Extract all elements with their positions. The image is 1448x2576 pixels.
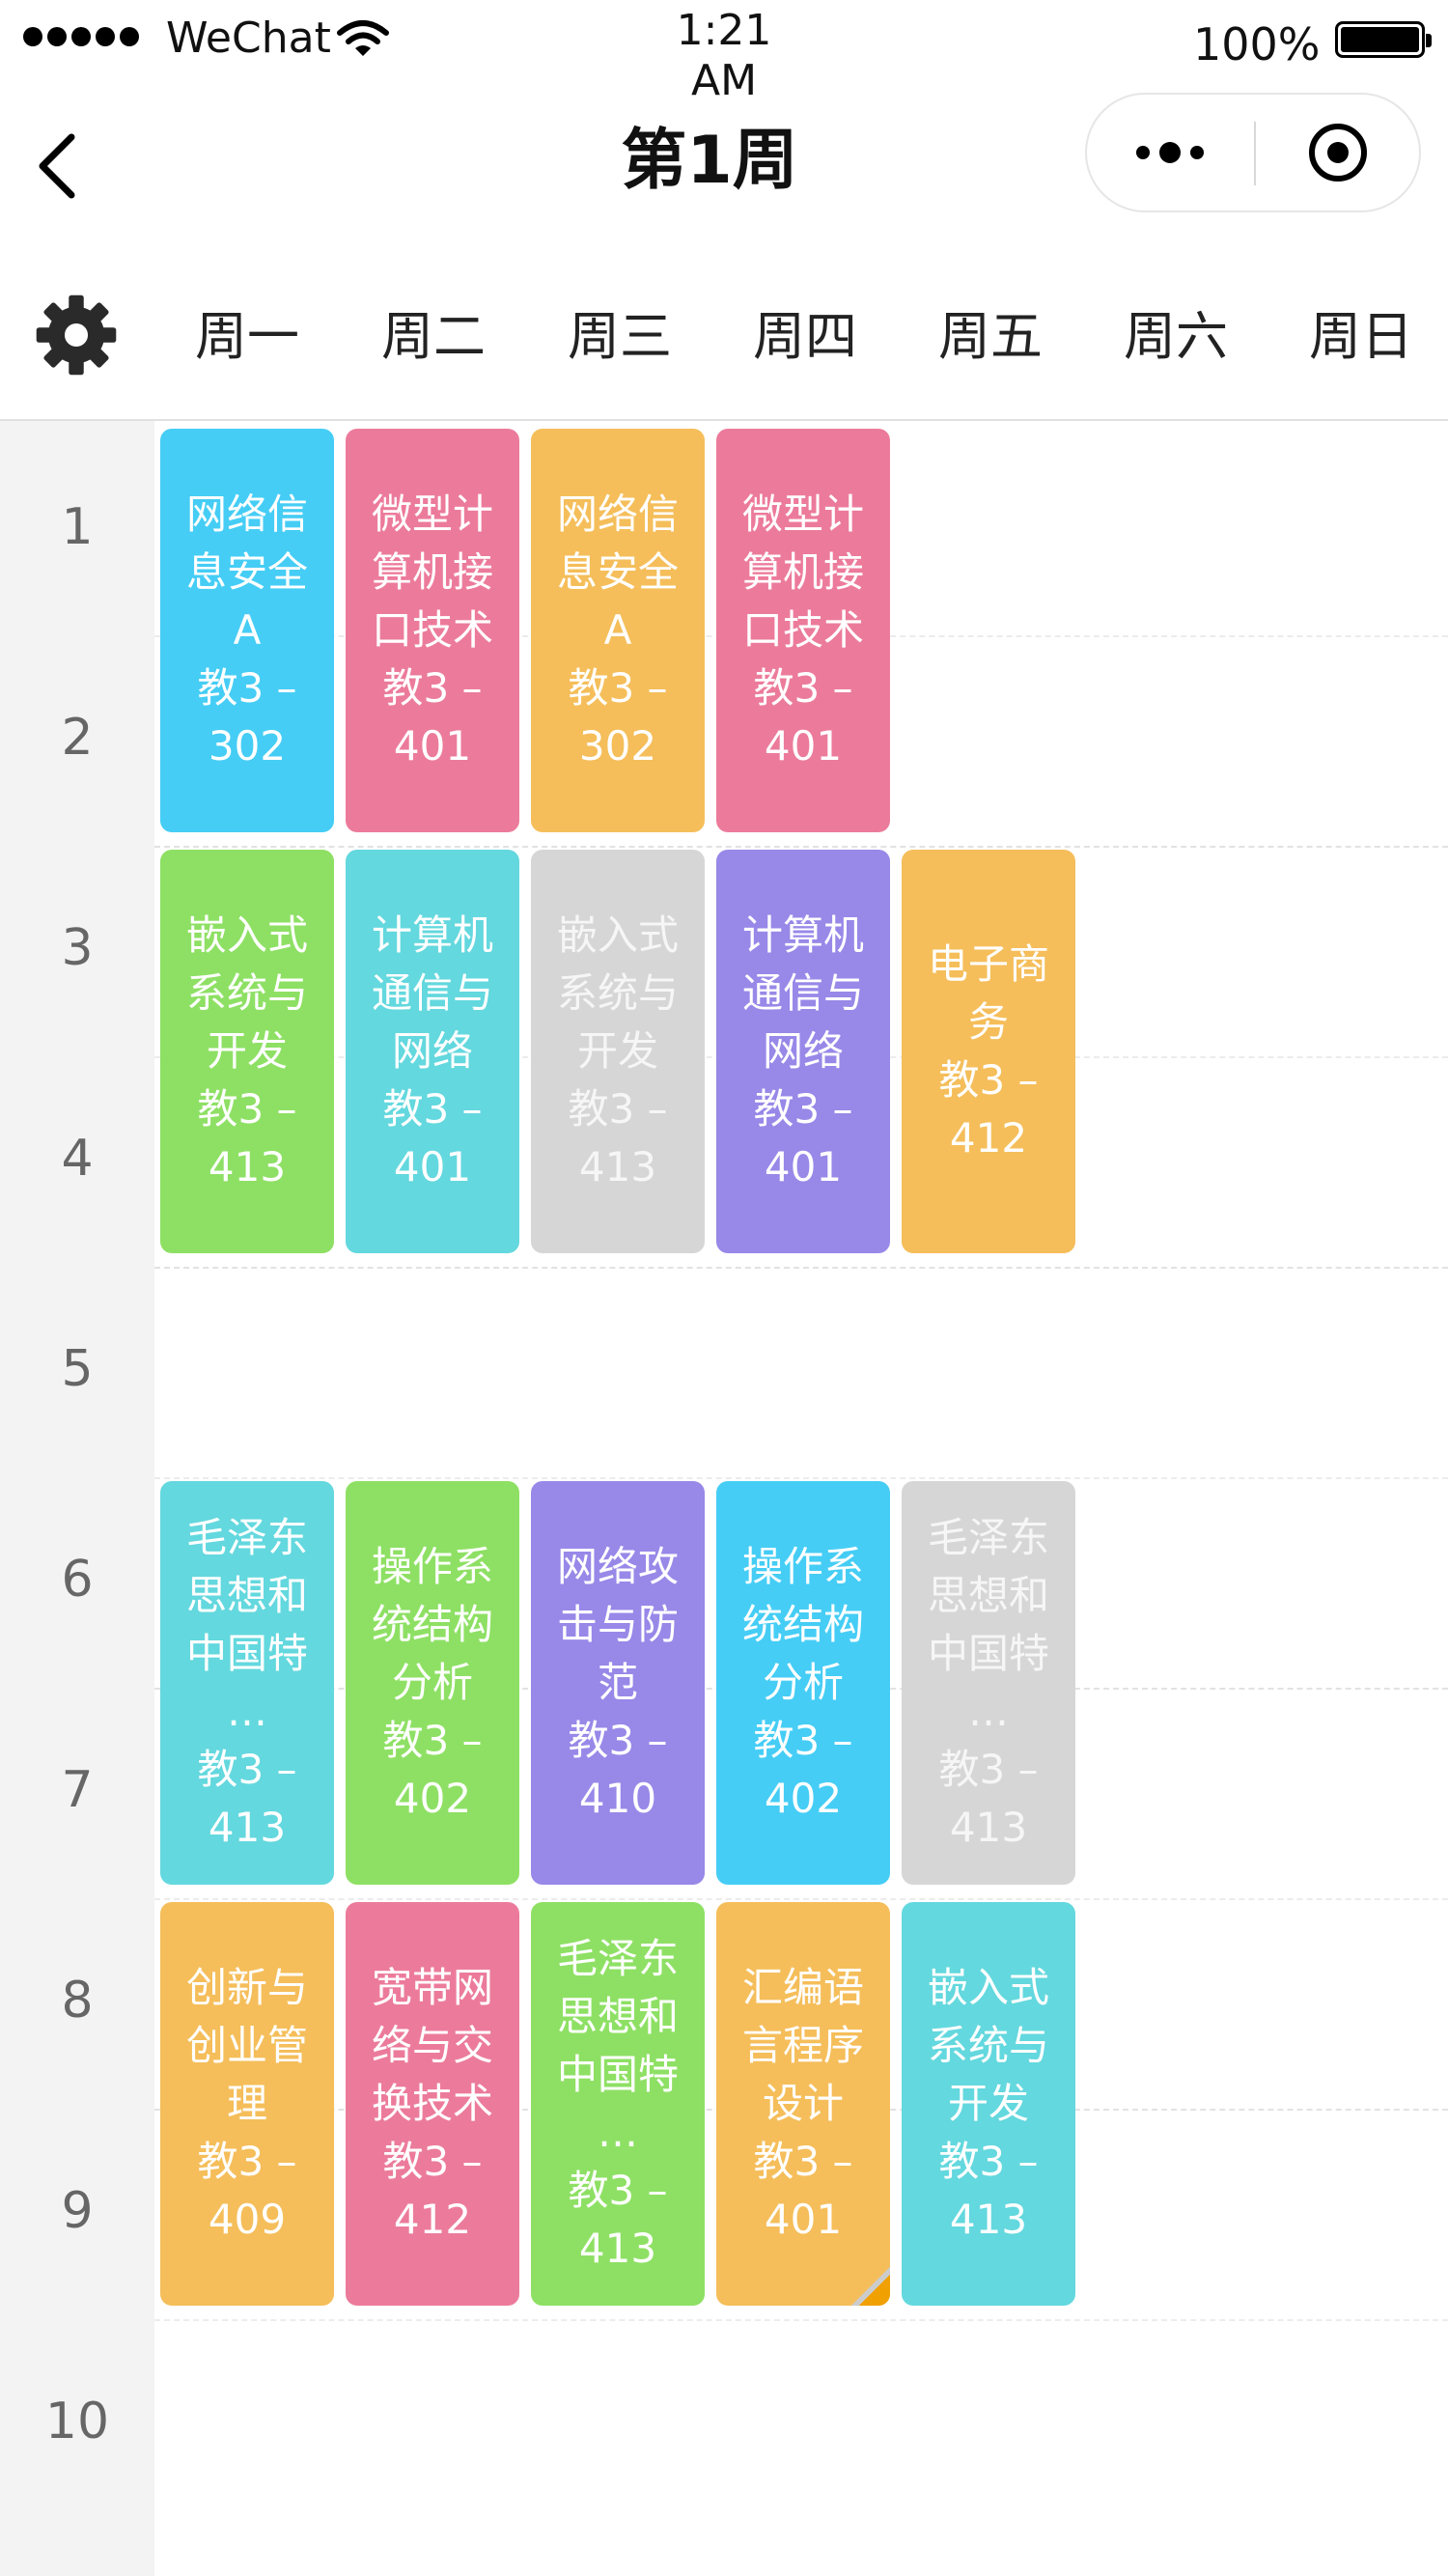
- course-block[interactable]: 宽带网 络与交 换技术教3 – 412: [346, 1902, 519, 2306]
- period-number: 2: [61, 709, 94, 767]
- battery-percent: 100%: [1193, 18, 1321, 70]
- day-header-sat: 周六: [1124, 306, 1228, 367]
- period-number: 3: [61, 919, 94, 977]
- settings-gear-icon[interactable]: [35, 294, 118, 377]
- course-room: 教3 – 401: [382, 664, 483, 770]
- course-name: 宽带网 络与交 换技术: [371, 1964, 493, 2127]
- grid-separator: [154, 1898, 1448, 1900]
- course-name: 毛泽东 思想和 中国特 …: [927, 1514, 1049, 1735]
- grid-separator: [154, 1267, 1448, 1269]
- course-room: 教3 – 401: [382, 1085, 483, 1190]
- period-number: 4: [61, 1130, 94, 1188]
- course-block[interactable]: 操作系 统结构 分析教3 – 402: [346, 1481, 519, 1885]
- course-block[interactable]: 网络攻 击与防 范教3 – 410: [531, 1481, 705, 1885]
- period-number: 9: [61, 2182, 94, 2240]
- grid-separator: [154, 1477, 1448, 1479]
- signal-strength-icon: [23, 27, 139, 46]
- course-room: 教3 – 413: [197, 1085, 297, 1190]
- period-number: 1: [61, 498, 94, 556]
- course-block[interactable]: 操作系 统结构 分析教3 – 402: [716, 1481, 890, 1885]
- course-room: 教3 – 302: [568, 664, 668, 770]
- day-header-wed: 周三: [568, 306, 672, 367]
- course-block[interactable]: 毛泽东 思想和 中国特 … 教3 – 413: [531, 1902, 705, 2306]
- course-room: 教3 – 413: [568, 1085, 668, 1190]
- course-room: 教3 – 409: [197, 2138, 297, 2243]
- day-header-mon: 周一: [195, 306, 299, 367]
- day-header-tue: 周二: [381, 306, 486, 367]
- course-name: 微型计 算机接 口技术: [371, 490, 493, 654]
- period-number: 7: [61, 1761, 94, 1819]
- course-name: 电子商 务: [927, 940, 1049, 1046]
- course-name: 嵌入式 系统与 开发: [927, 1964, 1049, 2127]
- battery-icon: [1335, 21, 1432, 58]
- course-block[interactable]: 网络信 息安全 A 教3 – 302: [531, 429, 705, 832]
- course-name: 嵌入式 系统与 开发: [185, 911, 308, 1075]
- page-curl-icon: [851, 2267, 890, 2306]
- status-bar: WeChat 1:21 AM 100%: [0, 0, 1448, 105]
- day-header-sun: 周日: [1309, 306, 1413, 367]
- grid-separator: [154, 2319, 1448, 2321]
- course-block[interactable]: 汇编语 言程序 设计教3 – 401: [716, 1902, 890, 2306]
- day-header-thu: 周四: [753, 306, 857, 367]
- course-block[interactable]: 嵌入式 系统与 开发教3 – 413: [902, 1902, 1075, 2306]
- period-column: 1 2 3 4 5 6 7 8 9 10: [0, 421, 154, 2576]
- mini-program-capsule: [1085, 93, 1421, 212]
- course-block[interactable]: 计算机 通信与 网络 教3 – 401: [716, 850, 890, 1253]
- course-block[interactable]: 微型计 算机接 口技术 教3 – 401: [346, 429, 519, 832]
- course-block[interactable]: 网络信 息安全 A 教3 – 302: [160, 429, 334, 832]
- course-room: 教3 – 412: [938, 1056, 1039, 1162]
- course-name: 嵌入式 系统与 开发: [556, 911, 679, 1075]
- capsule-divider: [1254, 122, 1256, 185]
- course-block[interactable]: 微型计 算机接 口技术 教3 – 401: [716, 429, 890, 832]
- course-block[interactable]: 毛泽东 思想和 中国特 … 教3 – 413: [902, 1481, 1075, 1885]
- more-options-icon[interactable]: [1087, 95, 1253, 210]
- course-room: 教3 – 413: [938, 2138, 1039, 2243]
- course-room: 教3 – 413: [938, 1746, 1039, 1851]
- course-name: 微型计 算机接 口技术: [741, 490, 864, 654]
- course-block[interactable]: 电子商 务教3 – 412: [902, 850, 1075, 1253]
- back-arrow-icon[interactable]: [29, 127, 87, 205]
- course-room: 教3 – 402: [382, 1717, 483, 1822]
- course-name: 计算机 通信与 网络: [741, 911, 864, 1075]
- course-room: 教3 – 302: [197, 664, 297, 770]
- period-number: 5: [61, 1340, 94, 1398]
- course-block[interactable]: 计算机 通信与 网络 教3 – 401: [346, 850, 519, 1253]
- course-room: 教3 – 413: [568, 2167, 668, 2272]
- course-room: 教3 – 401: [753, 2138, 853, 2243]
- carrier-name: WeChat: [166, 14, 331, 63]
- nav-bar: 第1周: [0, 85, 1448, 243]
- course-name: 计算机 通信与 网络: [371, 911, 493, 1075]
- course-name: 操作系 统结构 分析: [371, 1543, 493, 1706]
- day-header-fri: 周五: [938, 306, 1043, 367]
- close-mini-program-icon[interactable]: [1257, 95, 1419, 210]
- course-room: 教3 – 412: [382, 2138, 483, 2243]
- course-room: 教3 – 402: [753, 1717, 853, 1822]
- course-room: 教3 – 413: [197, 1746, 297, 1851]
- grid-separator: [154, 846, 1448, 848]
- course-name: 网络攻 击与防 范: [556, 1543, 679, 1706]
- course-name: 操作系 统结构 分析: [741, 1543, 864, 1706]
- course-name: 毛泽东 思想和 中国特 …: [185, 1514, 308, 1735]
- course-name: 网络信 息安全 A: [556, 490, 679, 654]
- wifi-icon: [337, 20, 389, 56]
- course-room: 教3 – 401: [753, 664, 853, 770]
- period-number: 8: [61, 1972, 94, 2030]
- course-name: 创新与 创业管 理: [185, 1964, 308, 2127]
- course-block[interactable]: 嵌入式 系统与 开发 教3 – 413: [160, 850, 334, 1253]
- course-room: 教3 – 401: [753, 1085, 853, 1190]
- course-block[interactable]: 毛泽东 思想和 中国特 … 教3 – 413: [160, 1481, 334, 1885]
- course-room: 教3 – 410: [568, 1717, 668, 1822]
- course-name: 毛泽东 思想和 中国特 …: [556, 1935, 679, 2156]
- course-block[interactable]: 嵌入式 系统与 开发 教3 – 413: [531, 850, 705, 1253]
- course-block[interactable]: 创新与 创业管 理教3 – 409: [160, 1902, 334, 2306]
- page-title: 第1周: [621, 123, 798, 199]
- week-header: 周一 周二 周三 周四 周五 周六 周日: [0, 251, 1448, 421]
- course-name: 网络信 息安全 A: [185, 490, 308, 654]
- course-name: 汇编语 言程序 设计: [741, 1964, 864, 2127]
- period-number: 6: [61, 1551, 94, 1609]
- period-number: 10: [44, 2393, 110, 2450]
